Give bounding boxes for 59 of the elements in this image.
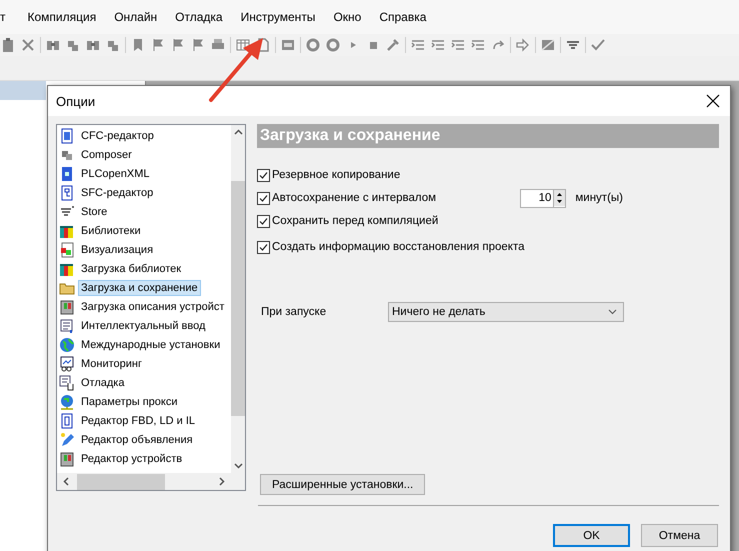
category-item[interactable]: Store (78, 204, 110, 220)
checkbox[interactable] (257, 192, 270, 204)
horizontal-scrollbar[interactable] (57, 473, 231, 490)
category-item[interactable]: Интеллектуальный ввод (78, 318, 208, 334)
pencil-icon (59, 432, 75, 448)
device-icon (59, 298, 75, 314)
checkbox[interactable] (257, 214, 270, 228)
checkbox[interactable] (257, 240, 270, 254)
category-item[interactable]: Визуализация (78, 242, 156, 258)
advanced-settings-button[interactable]: Расширенные установки... (260, 474, 426, 495)
startup-label: При запуске (260, 306, 328, 318)
category-item[interactable]: Редактор устройств (78, 450, 186, 466)
chevron-icon (608, 309, 617, 315)
page-title: Загрузка и сохранение (257, 124, 719, 148)
category-item[interactable]: PLCopenXML (78, 166, 152, 182)
interval-field[interactable]: 10 (520, 188, 566, 208)
vertical-scrollbar[interactable] (231, 125, 245, 473)
dialog-title: Опции (56, 94, 96, 108)
category-item[interactable]: Редактор объявления (78, 432, 196, 448)
menu-item[interactable]: Отладка (166, 10, 232, 24)
close-icon[interactable] (706, 94, 720, 108)
category-item[interactable]: Отладка (78, 374, 128, 390)
menu-item[interactable]: Справка (370, 10, 436, 24)
category-item[interactable]: SFC-редактор (78, 184, 156, 200)
menu-item[interactable]: Окно (324, 10, 370, 24)
startup-dropdown[interactable]: Ничего не делать (388, 302, 624, 322)
category-item[interactable]: Загрузка и сохранение (78, 280, 201, 296)
checkbox[interactable] (257, 168, 270, 182)
monitor-icon (59, 356, 75, 372)
category-item[interactable]: Загрузка библиотек (78, 260, 184, 276)
check-icon[interactable] (590, 37, 606, 53)
option-label: Автосохранение с интервалом (272, 192, 436, 204)
dialog-button[interactable]: Отмена (641, 524, 718, 547)
spin-up-icon[interactable] (554, 190, 566, 198)
category-item[interactable]: Мониторинг (78, 356, 146, 372)
category-item[interactable]: Редактор FBD, LD и IL (78, 412, 198, 428)
menu-item[interactable]: т (0, 10, 18, 24)
dialog-button[interactable]: OK (553, 524, 630, 547)
paste-icon[interactable] (0, 37, 16, 53)
menu-item[interactable]: Инструменты (232, 10, 324, 24)
list-icon (59, 318, 75, 334)
category-item[interactable]: Международные установки (78, 336, 224, 352)
option-label: Сохранить перед компиляцией (272, 215, 438, 227)
grid-icon[interactable] (540, 37, 556, 53)
category-item[interactable]: Composer (78, 146, 135, 162)
doc-icon (59, 128, 75, 144)
device-icon (59, 450, 75, 466)
table-icon[interactable] (235, 37, 251, 53)
category-item[interactable]: Загрузка описания устройст (78, 298, 228, 314)
globe-icon (59, 336, 75, 352)
unit-label: минут(ы) (575, 192, 623, 204)
category-item[interactable]: CFC-редактор (78, 128, 157, 144)
option-label: Создать информацию восстановления проекта (272, 241, 524, 253)
category-item[interactable]: Библиотеки (78, 222, 144, 238)
menu-item[interactable]: Онлайн (105, 10, 166, 24)
arrow-icon[interactable] (515, 37, 531, 53)
menu-item[interactable]: Компиляция (18, 10, 106, 24)
option-label: Резервное копирование (272, 169, 400, 181)
category-item[interactable]: Параметры прокси (78, 394, 180, 410)
